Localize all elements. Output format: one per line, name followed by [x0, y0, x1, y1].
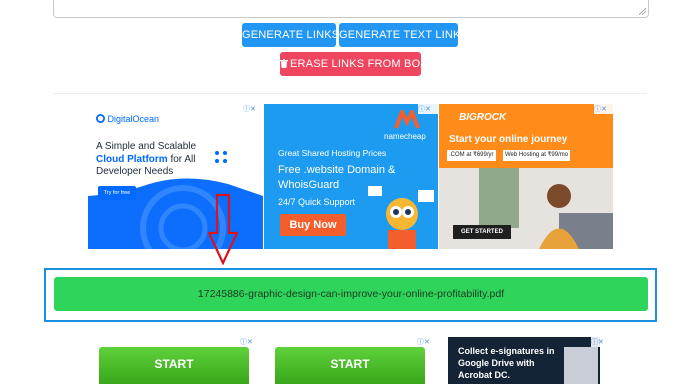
- generate-text-links-button[interactable]: GENERATE TEXT LINKS: [339, 23, 468, 47]
- do-line1: A Simple and Scalable: [96, 141, 197, 152]
- bigrock-tag-hosting: Web Hosting at ₹99/mo: [503, 150, 571, 161]
- do-line2: for All: [167, 153, 196, 165]
- start-ad-button[interactable]: START: [99, 347, 249, 384]
- pdf-download-link[interactable]: 17245886-graphic-design-can-improve-your…: [54, 277, 648, 311]
- digitalocean-icon: [96, 114, 105, 123]
- do-highlight: Cloud Platform: [96, 153, 168, 165]
- start-ad-button[interactable]: START: [275, 347, 425, 384]
- section-divider: [53, 93, 647, 94]
- ad-choices-icon[interactable]: ⓘ✕: [243, 104, 263, 114]
- acrobat-ad-image: [564, 347, 598, 384]
- ad-choices-icon[interactable]: ⓘ✕: [417, 337, 437, 347]
- nc-line3: WhoisGuard: [278, 179, 340, 191]
- namecheap-logo-icon: [394, 110, 420, 129]
- resize-handle-icon[interactable]: [639, 8, 646, 15]
- nc-line1: Great Shared Hosting Prices: [278, 148, 387, 158]
- try-for-free-button[interactable]: Try for free: [98, 186, 136, 200]
- links-textarea[interactable]: [53, 0, 649, 18]
- acrobat-ad-text: Collect e-signatures in Google Drive wit…: [458, 346, 555, 380]
- digitalocean-headline: A Simple and Scalable Cloud Platform for…: [96, 141, 214, 179]
- get-started-button[interactable]: GET STARTED: [453, 225, 511, 239]
- bigrock-ad[interactable]: BIGROCK Start your online journey .COM a…: [439, 104, 613, 249]
- bigrock-brand: BIGROCK: [459, 112, 507, 123]
- mascot-illustration: [368, 186, 434, 249]
- ad-choices-icon[interactable]: ⓘ✕: [240, 337, 260, 347]
- down-arrow-icon: [208, 193, 238, 265]
- digitalocean-brand: DigitalOcean: [107, 114, 160, 124]
- generate-links-button[interactable]: GENERATE LINKS: [242, 23, 339, 47]
- bigrock-headline: Start your online journey: [449, 134, 568, 145]
- namecheap-brand: namecheap: [384, 132, 426, 141]
- ad-choices-icon[interactable]: ⓘ✕: [594, 104, 614, 114]
- nc-line4: 24/7 Quick Support: [278, 197, 356, 207]
- namecheap-ad[interactable]: namecheap Great Shared Hosting Prices Fr…: [264, 104, 438, 249]
- buy-now-button[interactable]: Buy Now: [280, 214, 346, 236]
- ad-choices-icon[interactable]: ⓘ✕: [591, 337, 611, 347]
- acrobat-ad[interactable]: Collect e-signatures in Google Drive wit…: [448, 337, 600, 384]
- trash-icon: [280, 59, 288, 68]
- digitalocean-logo: DigitalOcean: [96, 114, 159, 124]
- erase-links-button[interactable]: ERASE LINKS FROM BOX: [280, 52, 428, 76]
- bigrock-tag-com: .COM at ₹699/yr: [447, 150, 496, 161]
- do-line3: Developer Needs: [96, 166, 174, 177]
- dots-icon: [215, 151, 227, 163]
- erase-links-label: ERASE LINKS FROM BOX: [290, 58, 428, 70]
- ad-choices-icon[interactable]: ⓘ✕: [418, 104, 438, 114]
